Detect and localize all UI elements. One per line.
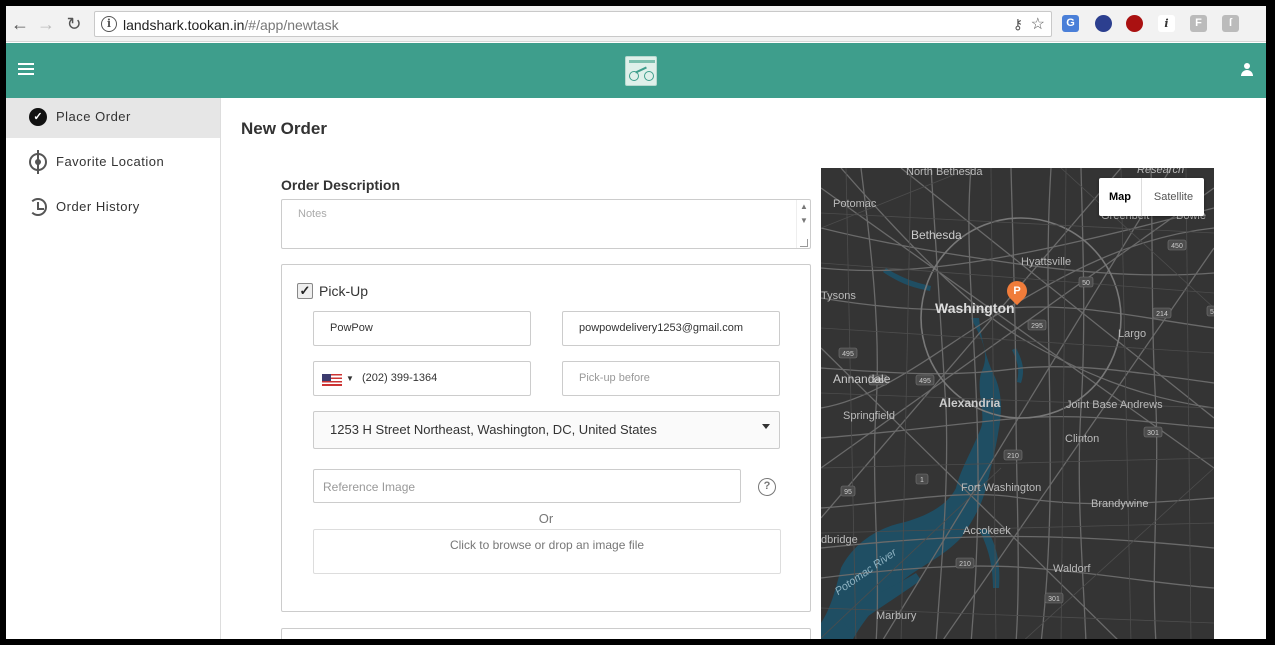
map-label-marbury: Marbury: [876, 610, 917, 622]
svg-text:210: 210: [959, 561, 971, 568]
bicycle-logo: [625, 56, 657, 86]
sidebar-item-favorite-location[interactable]: Favorite Location: [6, 143, 220, 183]
map-label-washington: Washington: [935, 300, 1015, 316]
key-icon[interactable]: ⚷: [1013, 16, 1023, 33]
svg-text:210: 210: [1007, 453, 1019, 460]
pickup-checkbox[interactable]: ✓: [297, 283, 313, 299]
satellite-view-button[interactable]: Satellite: [1143, 178, 1204, 216]
map-type-toggle: Map Satellite: [1099, 178, 1204, 216]
pickup-panel: ✓ Pick-Up PowPow powpowdelivery1253@gmai…: [281, 264, 811, 612]
back-arrow-icon[interactable]: ←: [10, 14, 30, 34]
map-label-research: Research: [1137, 168, 1185, 176]
pickup-map-pin[interactable]: P: [1002, 276, 1032, 306]
history-icon: [29, 198, 47, 216]
chevron-down-icon: [762, 424, 770, 429]
image-dropzone[interactable]: Click to browse or drop an image file: [313, 529, 781, 574]
help-icon[interactable]: ?: [758, 478, 776, 496]
svg-text:295: 295: [1031, 323, 1043, 330]
info-extension-icon[interactable]: i: [1158, 15, 1175, 32]
sidebar-item-order-history[interactable]: Order History: [6, 188, 220, 228]
country-dropdown-icon[interactable]: ▼: [346, 374, 354, 383]
phone-field[interactable]: ▼ (202) 399-1364: [313, 361, 531, 396]
reference-image-field[interactable]: Reference Image: [313, 469, 741, 503]
name-value: PowPow: [330, 322, 373, 334]
location-target-icon: [29, 150, 47, 174]
svg-text:301: 301: [1147, 430, 1159, 437]
flag-extension-icon[interactable]: [1095, 15, 1112, 32]
map-label-largo: Largo: [1118, 328, 1147, 340]
name-field[interactable]: PowPow: [313, 311, 531, 346]
sidebar-item-label: Favorite Location: [56, 154, 165, 169]
email-value: powpowdelivery1253@gmail.com: [579, 322, 744, 334]
sidebar-item-label: Place Order: [56, 109, 131, 124]
map-label-springfield: Springfield: [843, 410, 895, 422]
sidebar-item-place-order[interactable]: ✓ Place Order: [6, 98, 220, 138]
email-field[interactable]: powpowdelivery1253@gmail.com: [562, 311, 780, 346]
map-label-dbridge: dbridge: [821, 534, 858, 546]
translate-extension-icon[interactable]: G: [1062, 15, 1079, 32]
map-label-accokeek: Accokeek: [963, 525, 1011, 537]
svg-text:5: 5: [1210, 309, 1214, 316]
pickup-label: Pick-Up: [319, 283, 369, 299]
dropzone-label: Click to browse or drop an image file: [449, 538, 645, 552]
pickup-before-placeholder: Pick-up before: [579, 372, 650, 384]
sidebar: ✓ Place Order Favorite Location Order Hi…: [6, 98, 221, 639]
us-flag-icon[interactable]: [322, 374, 342, 386]
map-label-joint-base: Joint Base Andrews: [1066, 399, 1163, 411]
f-extension-icon[interactable]: F: [1190, 15, 1207, 32]
svg-text:301: 301: [1048, 596, 1060, 603]
app-header: [6, 43, 1266, 98]
menu-icon[interactable]: [18, 63, 34, 75]
address-url[interactable]: landshark.tookan.in/#/app/newtask: [123, 17, 339, 33]
phone-value: (202) 399-1364: [362, 372, 438, 384]
notes-textarea[interactable]: Notes ▲ ▼: [281, 199, 811, 249]
main-content: New Order Order Description Notes ▲ ▼ ✓ P…: [221, 98, 1266, 639]
pickup-before-field[interactable]: Pick-up before: [562, 361, 780, 396]
bookmark-star-icon[interactable]: ☆: [1031, 14, 1045, 34]
n-extension-icon[interactable]: ſ: [1222, 15, 1239, 32]
map-label-potomac: Potomac: [833, 198, 877, 210]
address-select[interactable]: 1253 H Street Northeast, Washington, DC,…: [313, 411, 780, 449]
map[interactable]: 495 450 50 214 295 495 495 95 210 301 1 …: [821, 168, 1214, 639]
svg-text:495: 495: [842, 351, 854, 358]
notes-placeholder: Notes: [298, 208, 327, 220]
address-value: 1253 H Street Northeast, Washington, DC,…: [330, 422, 657, 437]
map-view-button[interactable]: Map: [1099, 178, 1142, 216]
svg-text:1: 1: [920, 477, 924, 484]
check-circle-icon: ✓: [29, 108, 47, 126]
map-label-waldorf: Waldorf: [1053, 563, 1091, 575]
info-icon[interactable]: i: [101, 16, 117, 32]
svg-text:495: 495: [919, 378, 931, 385]
resize-handle[interactable]: [800, 239, 808, 247]
browser-toolbar: ← → ↻ i landshark.tookan.in/#/app/newtas…: [6, 6, 1266, 42]
delivery-panel: [281, 628, 811, 639]
map-label-bethesda: Bethesda: [911, 228, 962, 242]
svg-text:95: 95: [844, 489, 852, 496]
map-label-clinton: Clinton: [1065, 433, 1100, 445]
reference-image-placeholder: Reference Image: [323, 480, 416, 494]
user-icon[interactable]: [1240, 63, 1254, 77]
map-label-hyattsville: Hyattsville: [1021, 256, 1072, 268]
browser-window: ← → ↻ i landshark.tookan.in/#/app/newtas…: [6, 6, 1266, 639]
reload-icon[interactable]: ↻: [64, 14, 84, 34]
sidebar-item-label: Order History: [56, 199, 140, 214]
page-title: New Order: [241, 119, 327, 138]
address-bar[interactable]: i landshark.tookan.in/#/app/newtask ⚷ ☆: [94, 11, 1052, 37]
map-label-brandywine: Brandywine: [1091, 498, 1149, 510]
svg-text:214: 214: [1156, 311, 1168, 318]
map-label-alexandria: Alexandria: [939, 396, 1001, 410]
spy-extension-icon[interactable]: [1126, 15, 1143, 32]
map-label-north-bethesda: North Bethesda: [906, 168, 983, 178]
or-label: Or: [538, 511, 554, 526]
forward-arrow-icon[interactable]: →: [36, 14, 56, 34]
map-label-annandale: Annandale: [833, 372, 891, 386]
map-label-tysons: Tysons: [821, 290, 856, 302]
map-label-fort-washington: Fort Washington: [961, 482, 1042, 494]
svg-text:50: 50: [1082, 280, 1090, 287]
order-description-label: Order Description: [281, 177, 401, 193]
svg-text:450: 450: [1171, 243, 1183, 250]
